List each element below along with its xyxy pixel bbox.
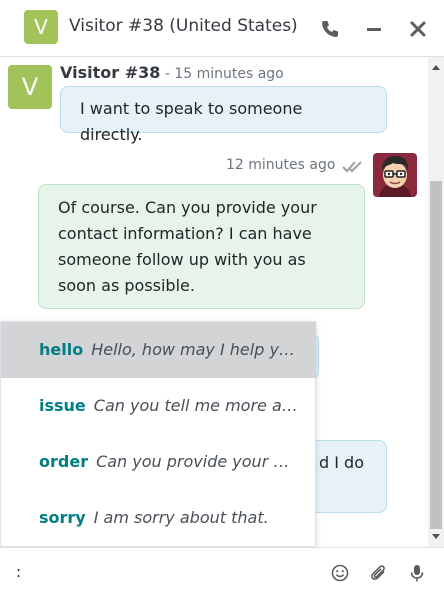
canned-response-key: issue bbox=[39, 396, 86, 415]
author-separator: - bbox=[160, 66, 175, 82]
agent-message-bubble: Of course. Can you provide your contact … bbox=[38, 184, 365, 309]
emoji-icon[interactable] bbox=[330, 563, 350, 583]
canned-response-item[interactable]: sorry I am sorry about that. bbox=[1, 490, 316, 546]
canned-response-item[interactable]: hello Hello, how may I help y… bbox=[1, 322, 316, 378]
scroll-up-arrow-icon[interactable] bbox=[432, 65, 440, 70]
close-icon[interactable] bbox=[407, 18, 429, 40]
visitor-message-bubble: I want to speak to someone directly. bbox=[60, 86, 387, 144]
message-composer bbox=[0, 547, 444, 598]
canned-response-value: I am sorry about that. bbox=[93, 508, 269, 527]
read-checkmarks-icon bbox=[342, 161, 362, 173]
message-author: Visitor #38 - 15 minutes ago bbox=[60, 63, 284, 82]
microphone-icon[interactable] bbox=[407, 563, 427, 583]
canned-response-item[interactable]: order Can you provide your … bbox=[1, 434, 316, 490]
author-name: Visitor #38 bbox=[60, 63, 161, 82]
thread-scrollbar[interactable] bbox=[428, 57, 444, 547]
chat-header[interactable]: V Visitor #38 (United States) bbox=[0, 0, 444, 57]
minimize-icon[interactable] bbox=[363, 18, 385, 40]
scrollbar-thumb[interactable] bbox=[430, 181, 442, 529]
visitor-avatar: V bbox=[24, 10, 58, 44]
message-time: 15 minutes ago bbox=[174, 66, 284, 82]
canned-responses-dropdown: hello Hello, how may I help y… issue Can y… bbox=[0, 321, 316, 547]
canned-response-value: Can you tell me more a… bbox=[93, 396, 298, 415]
message-author-avatar: V bbox=[8, 65, 52, 109]
message-input[interactable] bbox=[8, 556, 334, 588]
canned-response-value: Hello, how may I help y… bbox=[91, 340, 295, 359]
scroll-down-arrow-icon[interactable] bbox=[432, 534, 440, 539]
canned-response-key: sorry bbox=[39, 508, 86, 527]
canned-response-key: order bbox=[39, 452, 89, 471]
canned-response-value: Can you provide your … bbox=[96, 452, 290, 471]
agent-message-time: 12 minutes ago bbox=[226, 157, 336, 173]
canned-response-key: hello bbox=[39, 340, 84, 359]
canned-response-item[interactable]: issue Can you tell me more a… bbox=[1, 378, 316, 434]
chat-window: V Visitor #38 (United States) V Visitor … bbox=[0, 0, 444, 598]
phone-icon[interactable] bbox=[319, 18, 341, 40]
paperclip-icon[interactable] bbox=[369, 563, 389, 583]
chat-title[interactable]: Visitor #38 (United States) bbox=[69, 16, 298, 36]
agent-avatar bbox=[373, 153, 417, 197]
